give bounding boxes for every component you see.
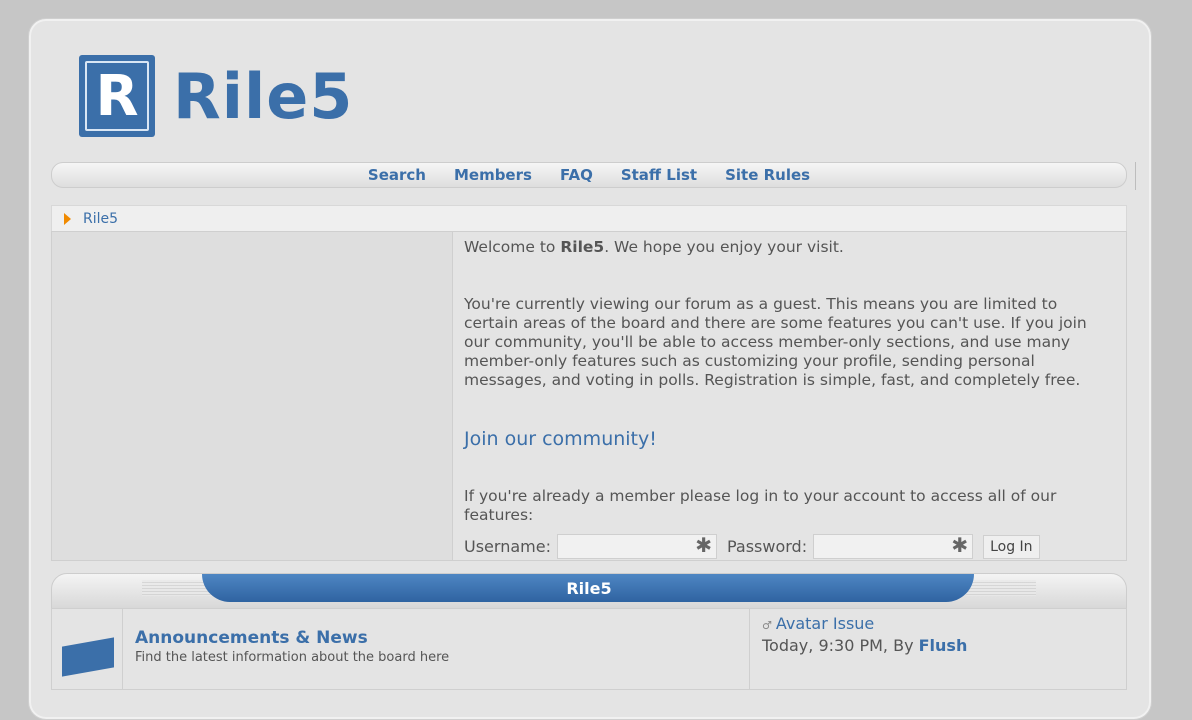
- login-button[interactable]: Log In: [983, 534, 1040, 559]
- site-logo[interactable]: R Rile5: [79, 55, 353, 137]
- username-field[interactable]: ✱: [556, 533, 717, 559]
- category-header: Rile5: [51, 573, 1127, 609]
- welcome-content: Welcome to Rile5. We hope you enjoy your…: [453, 232, 1126, 560]
- logo-icon: R: [79, 55, 155, 137]
- password-label: Password:: [726, 537, 808, 556]
- password-field[interactable]: ✱: [813, 533, 974, 559]
- breadcrumb-arrow-icon: [64, 213, 71, 225]
- nav-site-rules[interactable]: Site Rules: [725, 166, 810, 184]
- welcome-sidebar: [52, 232, 453, 560]
- guest-message: You're currently viewing our forum as a …: [464, 295, 1087, 389]
- login-form: Username: ✱ Password: ✱ Log In: [464, 534, 1115, 559]
- last-post-user-link[interactable]: Flush: [919, 636, 968, 655]
- join-community-link[interactable]: Join our community!: [464, 430, 1115, 449]
- username-label: Username:: [464, 537, 551, 556]
- nav-staff-list[interactable]: Staff List: [621, 166, 697, 184]
- page-container: R Rile5 Search Members FAQ Staff List Si…: [28, 18, 1152, 720]
- welcome-panel: Welcome to Rile5. We hope you enjoy your…: [51, 231, 1127, 561]
- site-name: Rile5: [173, 59, 354, 133]
- logo-letter: R: [95, 63, 139, 129]
- last-post-topic-link[interactable]: Avatar Issue: [776, 614, 874, 633]
- nav-divider: [1135, 162, 1136, 190]
- forum-info: Announcements & News Find the latest inf…: [123, 609, 750, 689]
- nav-faq[interactable]: FAQ: [560, 166, 593, 184]
- main-nav: Search Members FAQ Staff List Site Rules: [51, 162, 1136, 190]
- nav-search[interactable]: Search: [368, 166, 426, 184]
- forum-description: Find the latest information about the bo…: [135, 650, 450, 665]
- breadcrumb-home-link[interactable]: Rile5: [83, 211, 118, 227]
- forum-status-cell: [52, 609, 123, 689]
- member-message: If you're already a member please log in…: [464, 487, 1057, 524]
- breadcrumb: Rile5: [51, 205, 1127, 232]
- topic-icon: ♂: [762, 619, 772, 632]
- welcome-line: Welcome to Rile5. We hope you enjoy your…: [464, 238, 844, 256]
- required-icon: ✱: [695, 533, 712, 557]
- nav-members[interactable]: Members: [454, 166, 532, 184]
- category-title[interactable]: Rile5: [52, 579, 1126, 598]
- forum-status-icon: [62, 637, 114, 677]
- forum-row: Announcements & News Find the latest inf…: [51, 608, 1127, 690]
- forum-title-link[interactable]: Announcements & News: [135, 628, 737, 648]
- last-post-meta: Today, 9:30 PM, By Flush: [762, 636, 968, 655]
- forum-last-post: ♂ Avatar Issue Today, 9:30 PM, By Flush: [750, 609, 979, 689]
- required-icon: ✱: [951, 533, 969, 557]
